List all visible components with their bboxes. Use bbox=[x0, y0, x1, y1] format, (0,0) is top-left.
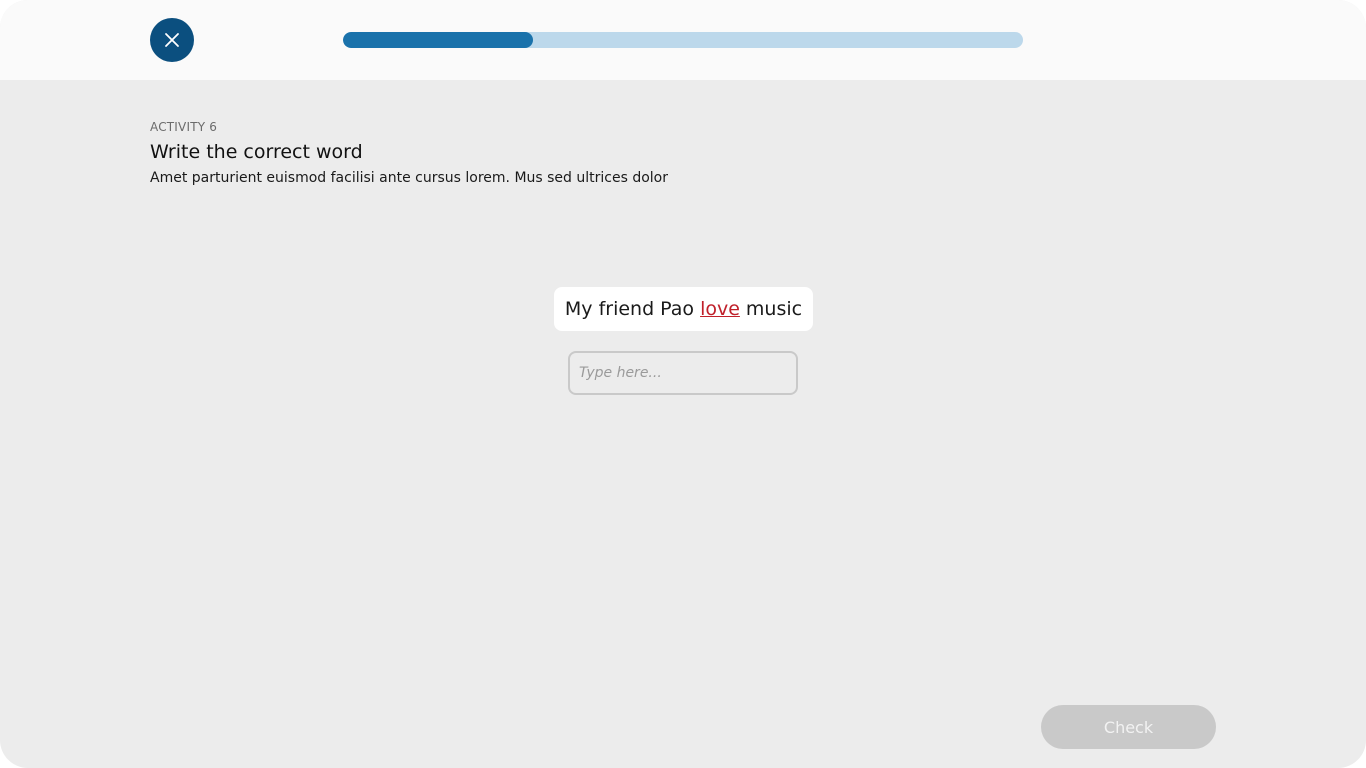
check-button[interactable]: Check bbox=[1041, 705, 1216, 749]
activity-title: Write the correct word bbox=[150, 141, 363, 163]
sentence-after: music bbox=[745, 298, 803, 320]
answer-input[interactable] bbox=[568, 351, 798, 395]
close-icon bbox=[165, 33, 179, 47]
progress-bar bbox=[343, 32, 1023, 48]
activity-description: Amet parturient euismod facilisi ante cu… bbox=[150, 170, 668, 186]
app-frame: ACTIVITY 6 Write the correct word Amet p… bbox=[0, 0, 1366, 768]
close-button[interactable] bbox=[150, 18, 194, 62]
activity-number: ACTIVITY 6 bbox=[150, 120, 218, 134]
progress-bar-fill bbox=[343, 32, 534, 48]
highlighted-word: love bbox=[700, 298, 740, 320]
sentence-card: My friend Pao love music bbox=[554, 287, 813, 331]
top-bar bbox=[0, 0, 1366, 80]
sentence-before: My friend Pao bbox=[564, 298, 695, 320]
